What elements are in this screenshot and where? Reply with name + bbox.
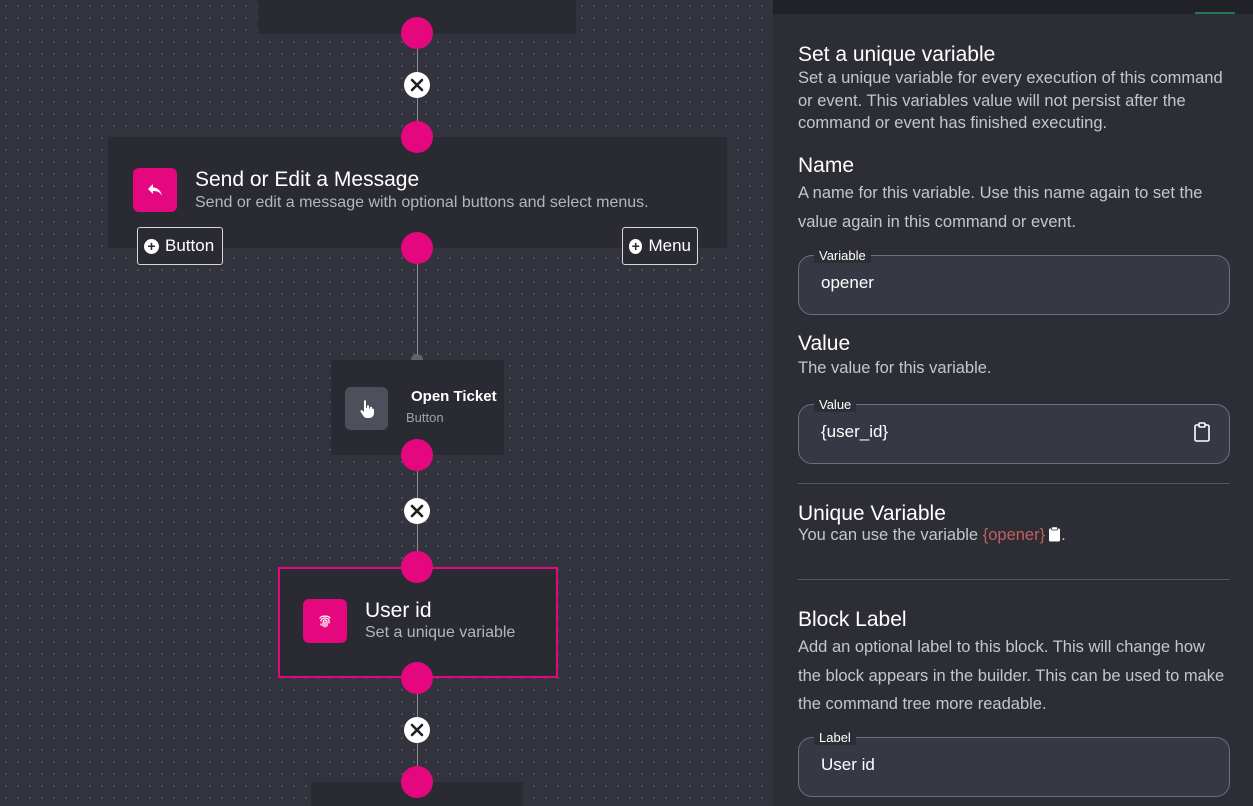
- description-text: .: [1061, 526, 1066, 544]
- add-menu-chip[interactable]: + Menu: [622, 227, 698, 265]
- name-section-title: Name: [798, 154, 855, 177]
- block-subtitle: Set a unique variable: [365, 624, 516, 641]
- input-node[interactable]: [401, 121, 433, 153]
- clipboard-icon[interactable]: [1193, 422, 1211, 446]
- section-divider: [798, 579, 1230, 580]
- field-label: Value: [814, 397, 857, 412]
- panel-top-bar: [773, 0, 1253, 14]
- close-icon: [410, 78, 424, 92]
- block-label-description: Add an optional label to this block. Thi…: [798, 638, 1225, 713]
- section-divider: [798, 483, 1230, 484]
- panel-description: Set a unique variable for every executio…: [798, 69, 1223, 132]
- panel-tab-indicator[interactable]: [1195, 12, 1235, 14]
- block-label-input[interactable]: User id: [821, 755, 875, 775]
- output-node[interactable]: [401, 662, 433, 694]
- output-node[interactable]: [401, 439, 433, 471]
- field-label: Label: [814, 730, 856, 745]
- close-icon: [410, 504, 424, 518]
- input-node[interactable]: [401, 766, 433, 798]
- plus-icon: +: [629, 238, 643, 254]
- block-title: User id: [365, 599, 432, 622]
- remove-connection-button[interactable]: [404, 72, 430, 98]
- block-subtitle: Send or edit a message with optional but…: [195, 194, 649, 211]
- variable-value-field[interactable]: Value {user_id}: [798, 397, 1230, 464]
- value-section-description: The value for this variable.: [798, 359, 992, 377]
- plus-icon: +: [144, 238, 159, 254]
- input-node[interactable]: [401, 551, 433, 583]
- field-label: Variable: [814, 248, 871, 263]
- panel-title: Set a unique variable: [798, 43, 996, 66]
- close-icon: [410, 723, 424, 737]
- output-node[interactable]: [401, 17, 433, 49]
- description-text: You can use the variable: [798, 526, 979, 544]
- block-label-title: Block Label: [798, 608, 907, 631]
- block-subtitle: Button: [406, 410, 444, 425]
- block-settings-panel: Set a unique variable Set a unique varia…: [773, 0, 1253, 806]
- name-section-description: A name for this variable. Use this name …: [798, 184, 1203, 231]
- value-section-title: Value: [798, 332, 851, 355]
- fingerprint-icon: [303, 599, 347, 643]
- block-label-field[interactable]: Label User id: [798, 730, 1230, 797]
- variable-name-field[interactable]: Variable opener: [798, 248, 1230, 315]
- remove-connection-button[interactable]: [404, 498, 430, 524]
- add-button-chip[interactable]: + Button: [137, 227, 223, 265]
- block-title: Send or Edit a Message: [195, 168, 420, 191]
- chip-label: Button: [165, 236, 215, 255]
- block-title: Open Ticket: [411, 388, 497, 405]
- output-node[interactable]: [401, 232, 433, 264]
- chip-label: Menu: [648, 236, 691, 255]
- reply-icon: [133, 168, 177, 212]
- remove-connection-button[interactable]: [404, 717, 430, 743]
- variable-name-input[interactable]: opener: [821, 273, 874, 293]
- pointer-hand-icon: [345, 387, 388, 430]
- copy-variable-icon[interactable]: [1048, 526, 1061, 547]
- builder-canvas[interactable]: Send or Edit a Message Send or edit a me…: [0, 0, 773, 806]
- variable-value-input[interactable]: {user_id}: [821, 422, 888, 442]
- unique-variable-description: You can use the variable {opener}.: [798, 526, 1230, 547]
- variable-token: {opener}: [982, 526, 1046, 544]
- connector-line: [417, 248, 418, 360]
- unique-variable-title: Unique Variable: [798, 502, 946, 525]
